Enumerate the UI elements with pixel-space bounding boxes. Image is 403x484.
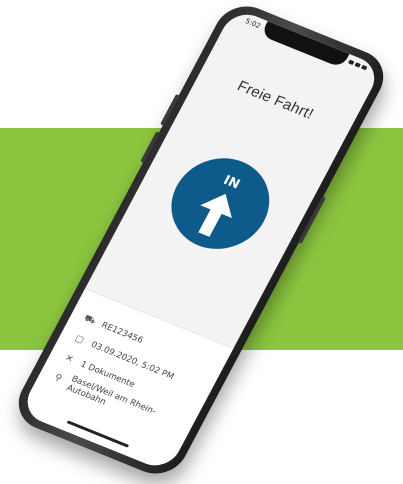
phone-mockup-wrapper: 5:02 Freie Fahrt! IN ⛟ RE123456 ▢ 03.09.…	[0, 0, 403, 483]
document-icon: ✕	[63, 353, 75, 366]
details-panel: ⛟ RE123456 ▢ 03.09.2020, 5:02 PM ✕ 1 Dok…	[19, 288, 234, 473]
calendar-icon: ▢	[72, 333, 86, 346]
screen-title: Freie Fahrt!	[234, 77, 317, 123]
location-pin-icon: ⚲	[52, 372, 64, 385]
direction-badge: IN	[154, 144, 287, 263]
car-icon: ⛟	[82, 313, 98, 327]
status-time: 5:02	[243, 17, 262, 31]
phone-screen: 5:02 Freie Fahrt! IN ⛟ RE123456 ▢ 03.09.…	[19, 7, 383, 473]
wifi-icon	[354, 62, 361, 68]
phone-device: 5:02 Freie Fahrt! IN ⛟ RE123456 ▢ 03.09.…	[8, 0, 394, 483]
arrow-up-icon	[198, 193, 232, 237]
signal-icon	[347, 59, 355, 66]
status-icons	[347, 59, 368, 71]
battery-icon	[360, 64, 368, 71]
